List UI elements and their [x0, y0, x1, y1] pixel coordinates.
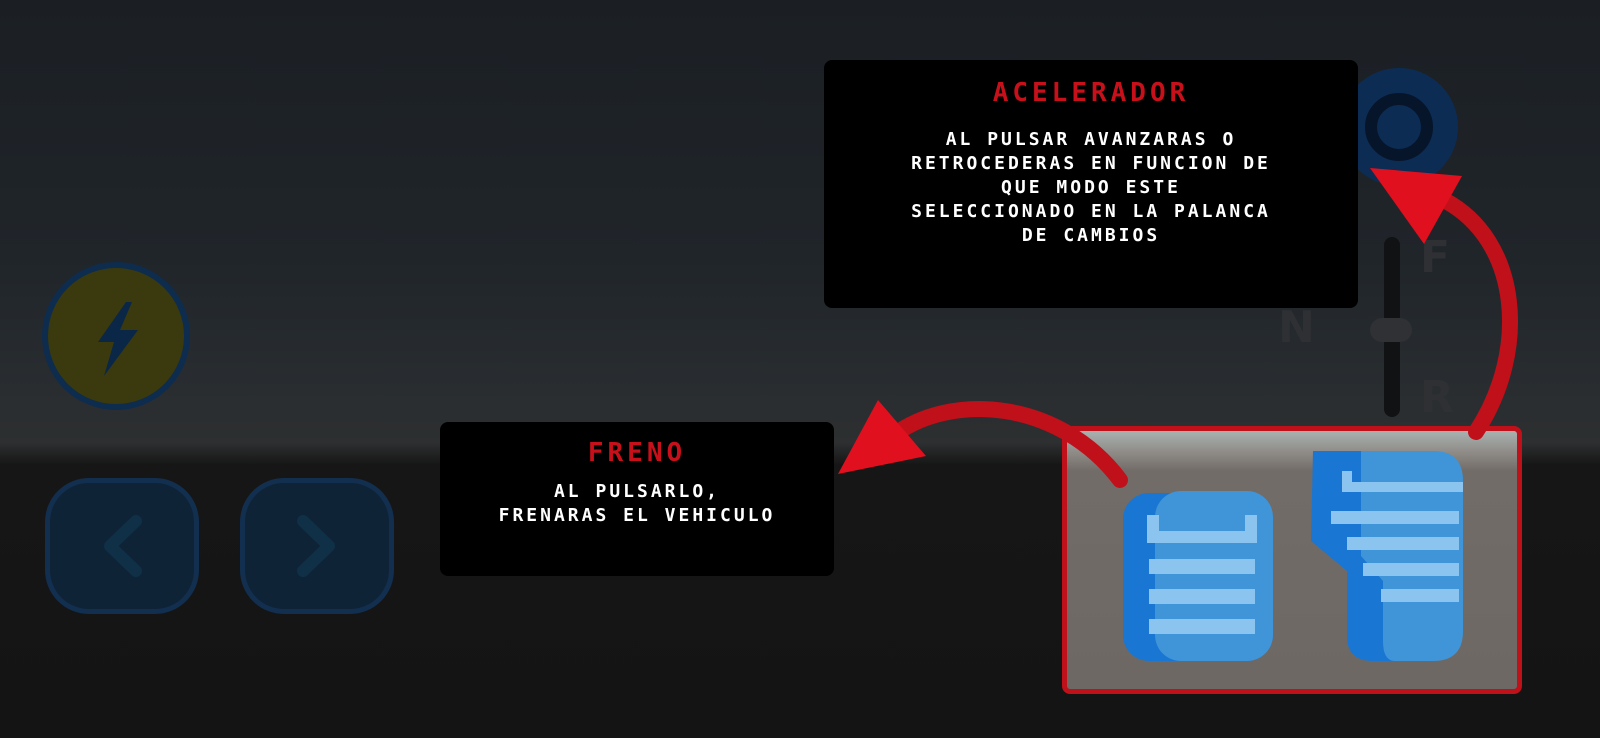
pointer-arrows — [838, 168, 1518, 488]
brake-arrow-head — [838, 400, 926, 474]
game-scene: F N R Acelerador Al pulsar avanzaras o r… — [0, 0, 1600, 738]
